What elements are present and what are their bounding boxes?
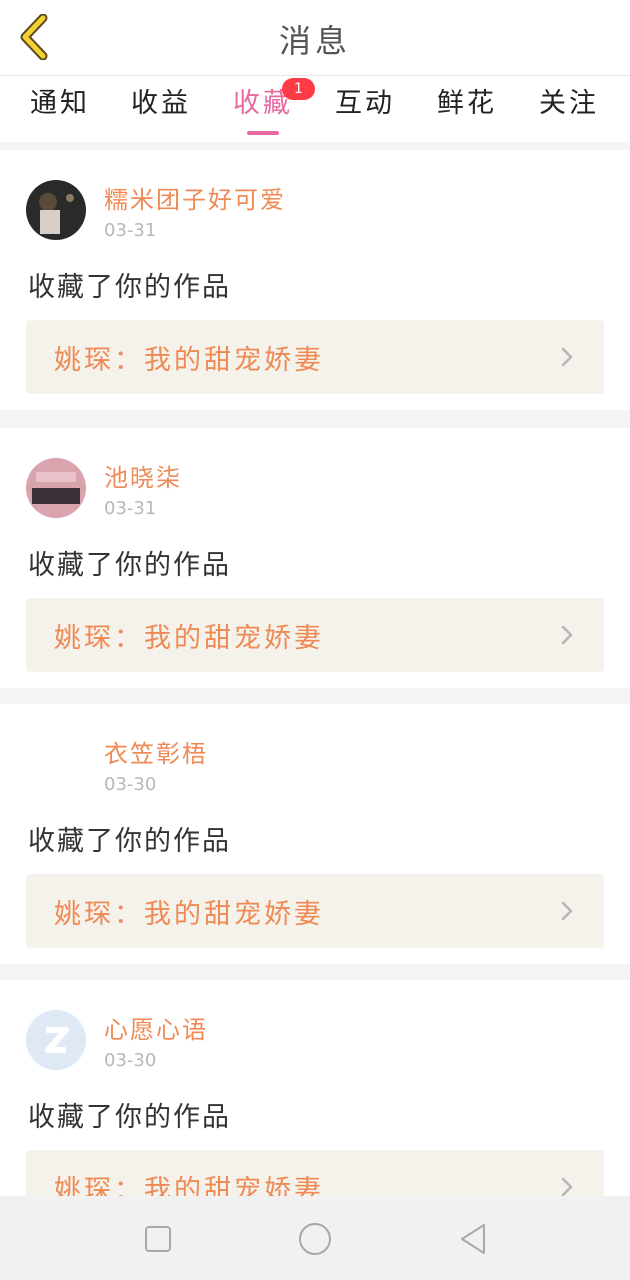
header: 消息 — [0, 0, 630, 76]
timestamp: 03-31 — [104, 498, 157, 519]
timestamp: 03-30 — [104, 1050, 157, 1071]
work-link[interactable]: 姚琛：我的甜宠娇妻 — [26, 320, 604, 394]
username[interactable]: 池晓柒 — [104, 458, 182, 493]
system-nav-bar — [0, 1196, 630, 1280]
avatar[interactable] — [26, 180, 86, 240]
home-button[interactable] — [292, 1216, 338, 1262]
tab-notifications[interactable]: 通知 — [15, 84, 105, 134]
tab-label: 收益 — [131, 88, 191, 119]
divider — [0, 962, 630, 980]
timestamp: 03-30 — [104, 774, 157, 795]
message-item: 衣笠彰梧 03-30 收藏了你的作品 姚琛：我的甜宠娇妻 — [0, 704, 630, 964]
timestamp: 03-31 — [104, 220, 157, 241]
tab-follows[interactable]: 关注 — [524, 84, 614, 134]
tab-bar: 通知 收益 收藏 1 互动 鲜花 关注 — [0, 76, 630, 140]
square-icon — [145, 1226, 171, 1252]
chevron-right-icon — [561, 901, 573, 921]
avatar[interactable] — [26, 458, 86, 518]
unread-badge: 1 — [282, 78, 315, 100]
chevron-right-icon — [561, 347, 573, 367]
tab-flowers[interactable]: 鲜花 — [422, 84, 512, 134]
triangle-back-icon — [461, 1224, 485, 1254]
action-text: 收藏了你的作品 — [28, 1102, 231, 1133]
username[interactable]: 衣笠彰梧 — [104, 734, 208, 769]
active-tab-indicator — [247, 131, 279, 135]
divider — [0, 142, 630, 150]
tab-label: 关注 — [539, 88, 599, 119]
avatar[interactable] — [26, 1010, 86, 1070]
tab-interactions[interactable]: 互动 — [320, 84, 410, 134]
action-text: 收藏了你的作品 — [28, 826, 231, 857]
work-link[interactable]: 姚琛：我的甜宠娇妻 — [26, 598, 604, 672]
chevron-right-icon — [561, 625, 573, 645]
message-item: 池晓柒 03-31 收藏了你的作品 姚琛：我的甜宠娇妻 — [0, 428, 630, 688]
tab-favorites[interactable]: 收藏 1 — [218, 78, 315, 135]
work-title: 姚琛：我的甜宠娇妻 — [54, 345, 324, 376]
action-text: 收藏了你的作品 — [28, 272, 231, 303]
message-item: 糯米团子好可爱 03-31 收藏了你的作品 姚琛：我的甜宠娇妻 — [0, 150, 630, 410]
tab-label: 通知 — [30, 88, 90, 119]
divider — [0, 686, 630, 704]
divider — [0, 410, 630, 428]
work-link[interactable]: 姚琛：我的甜宠娇妻 — [26, 874, 604, 948]
avatar[interactable] — [26, 734, 86, 794]
username[interactable]: 糯米团子好可爱 — [104, 180, 286, 215]
username[interactable]: 心愿心语 — [104, 1010, 208, 1045]
tab-label: 鲜花 — [437, 88, 497, 119]
work-title: 姚琛：我的甜宠娇妻 — [54, 623, 324, 654]
tab-label: 互动 — [335, 88, 395, 119]
back-nav-button[interactable] — [450, 1216, 496, 1262]
circle-icon — [299, 1223, 331, 1255]
action-text: 收藏了你的作品 — [28, 550, 231, 581]
tab-earnings[interactable]: 收益 — [116, 84, 206, 134]
work-title: 姚琛：我的甜宠娇妻 — [54, 899, 324, 930]
page-title: 消息 — [278, 22, 351, 60]
recent-apps-button[interactable] — [135, 1216, 181, 1262]
